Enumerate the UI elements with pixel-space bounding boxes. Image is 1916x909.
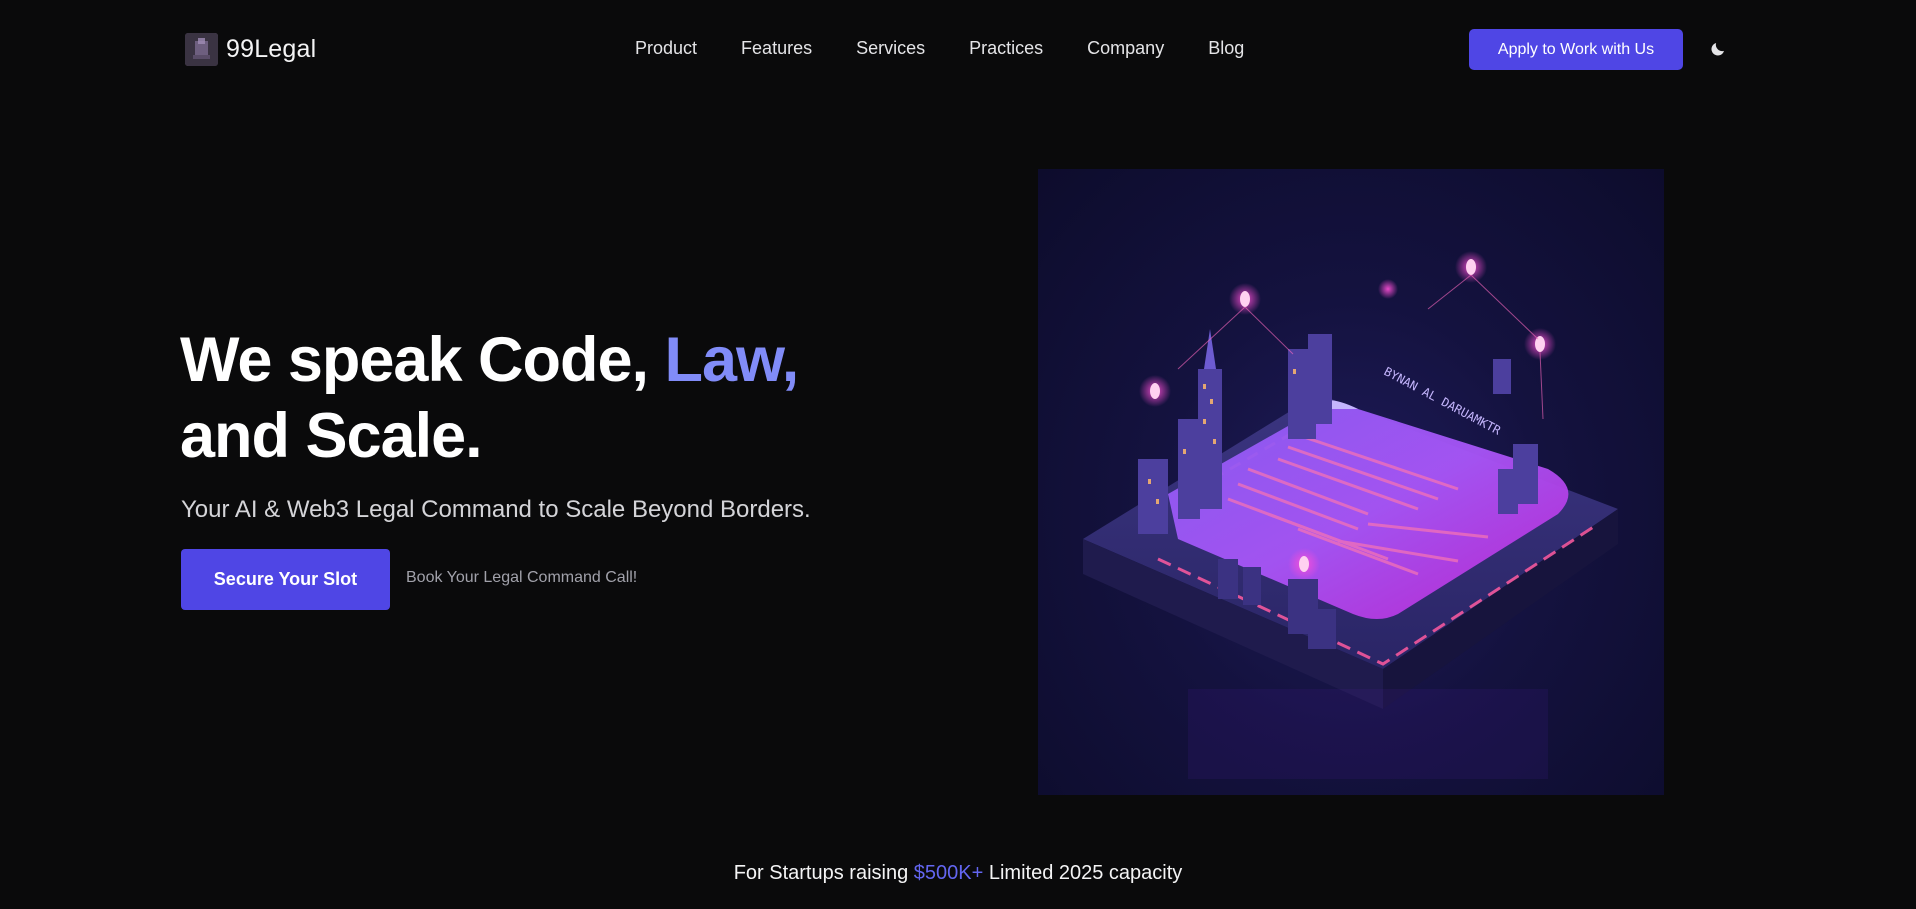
hero-title-plain: We speak Code, [180,325,665,395]
brand-name: 99Legal [226,35,317,63]
nav-item-services[interactable]: Services [856,38,925,59]
nav-item-practices[interactable]: Practices [969,38,1043,59]
brand-link[interactable]: 99Legal [185,33,316,66]
page: 99Legal Product Features Services Practi… [0,0,1916,909]
nav-item-features[interactable]: Features [741,38,812,59]
capacity-note-suffix: Limited 2025 capacity [983,862,1183,884]
funding-amount: $500K+ [913,862,984,884]
secure-slot-button[interactable]: Secure Your Slot [181,549,390,610]
theme-toggle-button[interactable] [1706,38,1730,62]
site-header: 99Legal Product Features Services Practi… [0,0,1916,100]
book-call-link[interactable]: Book Your Legal Command Call! [406,569,637,587]
main-nav: Product Features Services Practices Comp… [635,38,1244,59]
nav-item-product[interactable]: Product [635,38,697,59]
capacity-note: For Startups raising $500K+ Limited 2025… [0,862,1916,885]
hero-title: We speak Code, Law, and Scale. [180,322,980,474]
moon-icon [1709,40,1727,61]
hero-subtitle: Your AI & Web3 Legal Command to Scale Be… [181,496,811,523]
capacity-note-prefix: For Startups raising [733,862,914,884]
apply-to-work-button[interactable]: Apply to Work with Us [1469,29,1683,70]
hero-title-line2: and Scale. [180,401,483,471]
brand-logo-icon [185,33,218,66]
hero-illustration: BYNAN AL DARUAMKTR [1038,169,1664,795]
nav-item-blog[interactable]: Blog [1208,38,1244,59]
nav-item-company[interactable]: Company [1087,38,1164,59]
hero-title-accent: Law, [664,325,800,395]
